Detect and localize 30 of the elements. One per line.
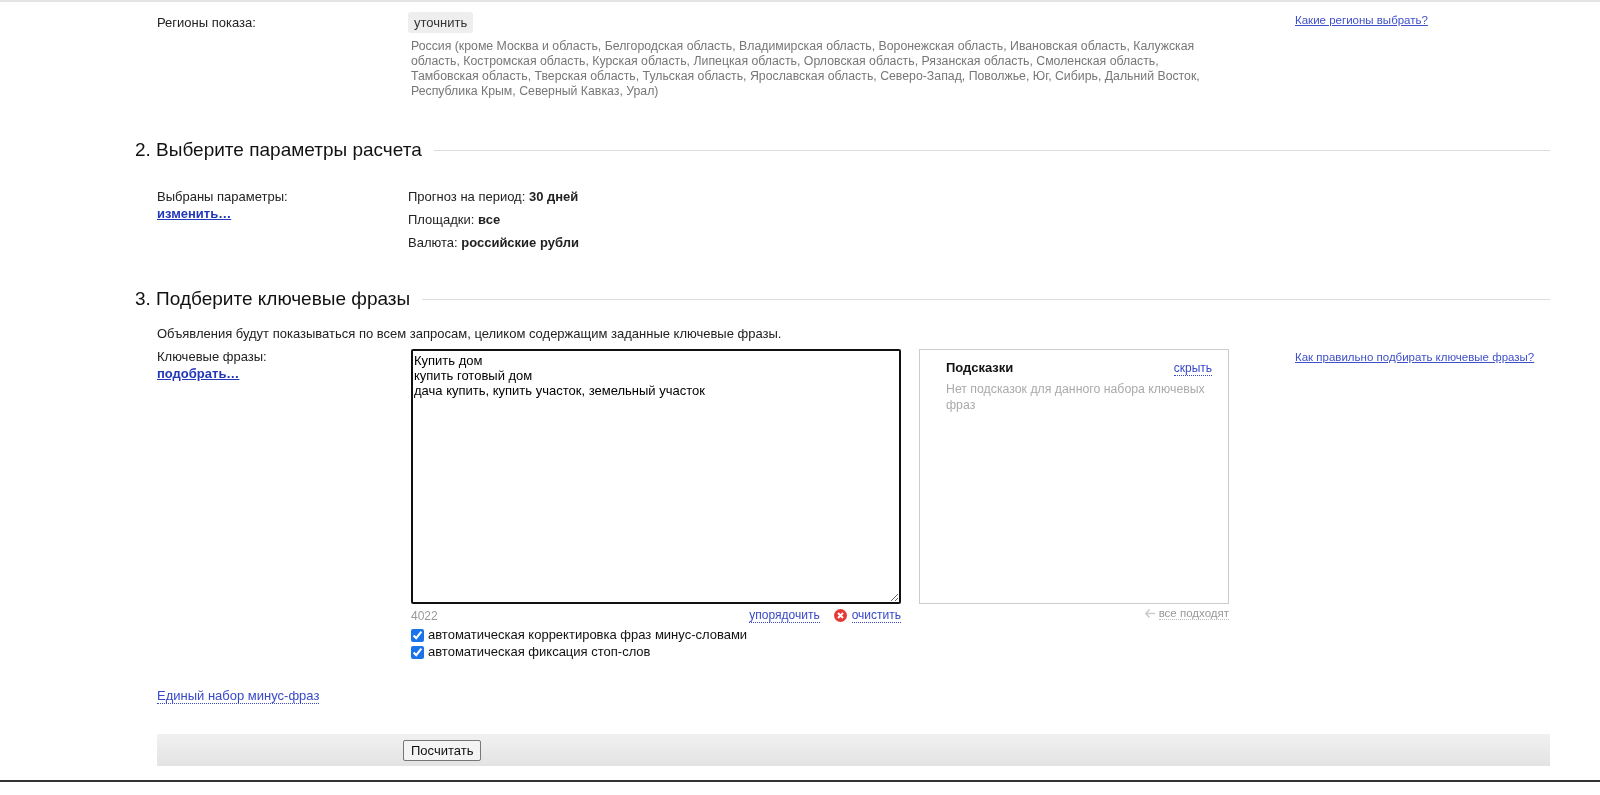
regions-list-text: Россия (кроме Москва и область, Белгородская область, Владимирская область, Воронежская область, Ивановская область, Калужская область, Костромская область, Курская область, Липецкая область, Орловская область, Рязанская область, Смоленская область, Тамбовская область, Тверская область, Тульская область, Ярославская область, Северо-Запад, Поволжье, Юг, Сибирь, Дальний Восток, Республика Крым, Северный Кавказ, Урал) <box>410 39 1201 99</box>
sort-link[interactable]: упорядочить <box>749 608 820 623</box>
section-heading: 2. Выберите параметры расчета <box>135 139 422 161</box>
refine-button[interactable]: уточнить <box>408 12 474 33</box>
field-label: Ключевые фразы: <box>157 349 267 364</box>
description-text: Объявления будут показываться по всем запросам, целиком содержащим заданные ключевые фразы. <box>156 326 783 341</box>
hide-link[interactable]: скрыть <box>1173 361 1212 376</box>
help-link[interactable]: Какие регионы выбрать? <box>1295 14 1428 26</box>
keyword-phrases-field[interactable]: Купить дом купить готовый дом дача купить, купить участок, земельный участок <box>411 349 901 604</box>
character-counter: 4022 <box>411 608 438 623</box>
parameter-text: Площадки: все <box>408 211 501 229</box>
checkbox-label: автоматическая фиксация стоп-слов <box>428 644 651 660</box>
left-arrow-icon <box>1144 609 1155 618</box>
checkbox-label: автоматическая корректировка фраз минус-словами <box>428 627 748 643</box>
field-label: Регионы показа: <box>157 14 257 32</box>
field-label: Выбраны параметры: <box>157 189 288 204</box>
checkbox[interactable] <box>411 645 424 659</box>
parameter-text: Прогноз на период: 30 дней <box>408 188 579 206</box>
minus-phrases-link[interactable]: Единый набор минус-фраз <box>157 688 320 704</box>
change-link[interactable]: изменить… <box>157 206 232 221</box>
calculate-button[interactable]: Посчитать <box>403 739 482 761</box>
clear-icon[interactable] <box>833 609 847 622</box>
help-link[interactable]: Как правильно подбирать ключевые фразы? <box>1295 351 1535 363</box>
section-heading: 3. Подберите ключевые фразы <box>135 288 411 310</box>
hints-title: Подсказки <box>946 360 1014 375</box>
empty-hints-text: Нет подсказок для данного набора ключевых фраз <box>946 381 1206 413</box>
checkbox[interactable] <box>411 628 424 642</box>
clear-link[interactable]: очистить <box>851 608 901 623</box>
parameter-text: Валюта: российские рубли <box>408 234 579 252</box>
pick-link[interactable]: подобрать… <box>157 366 240 381</box>
